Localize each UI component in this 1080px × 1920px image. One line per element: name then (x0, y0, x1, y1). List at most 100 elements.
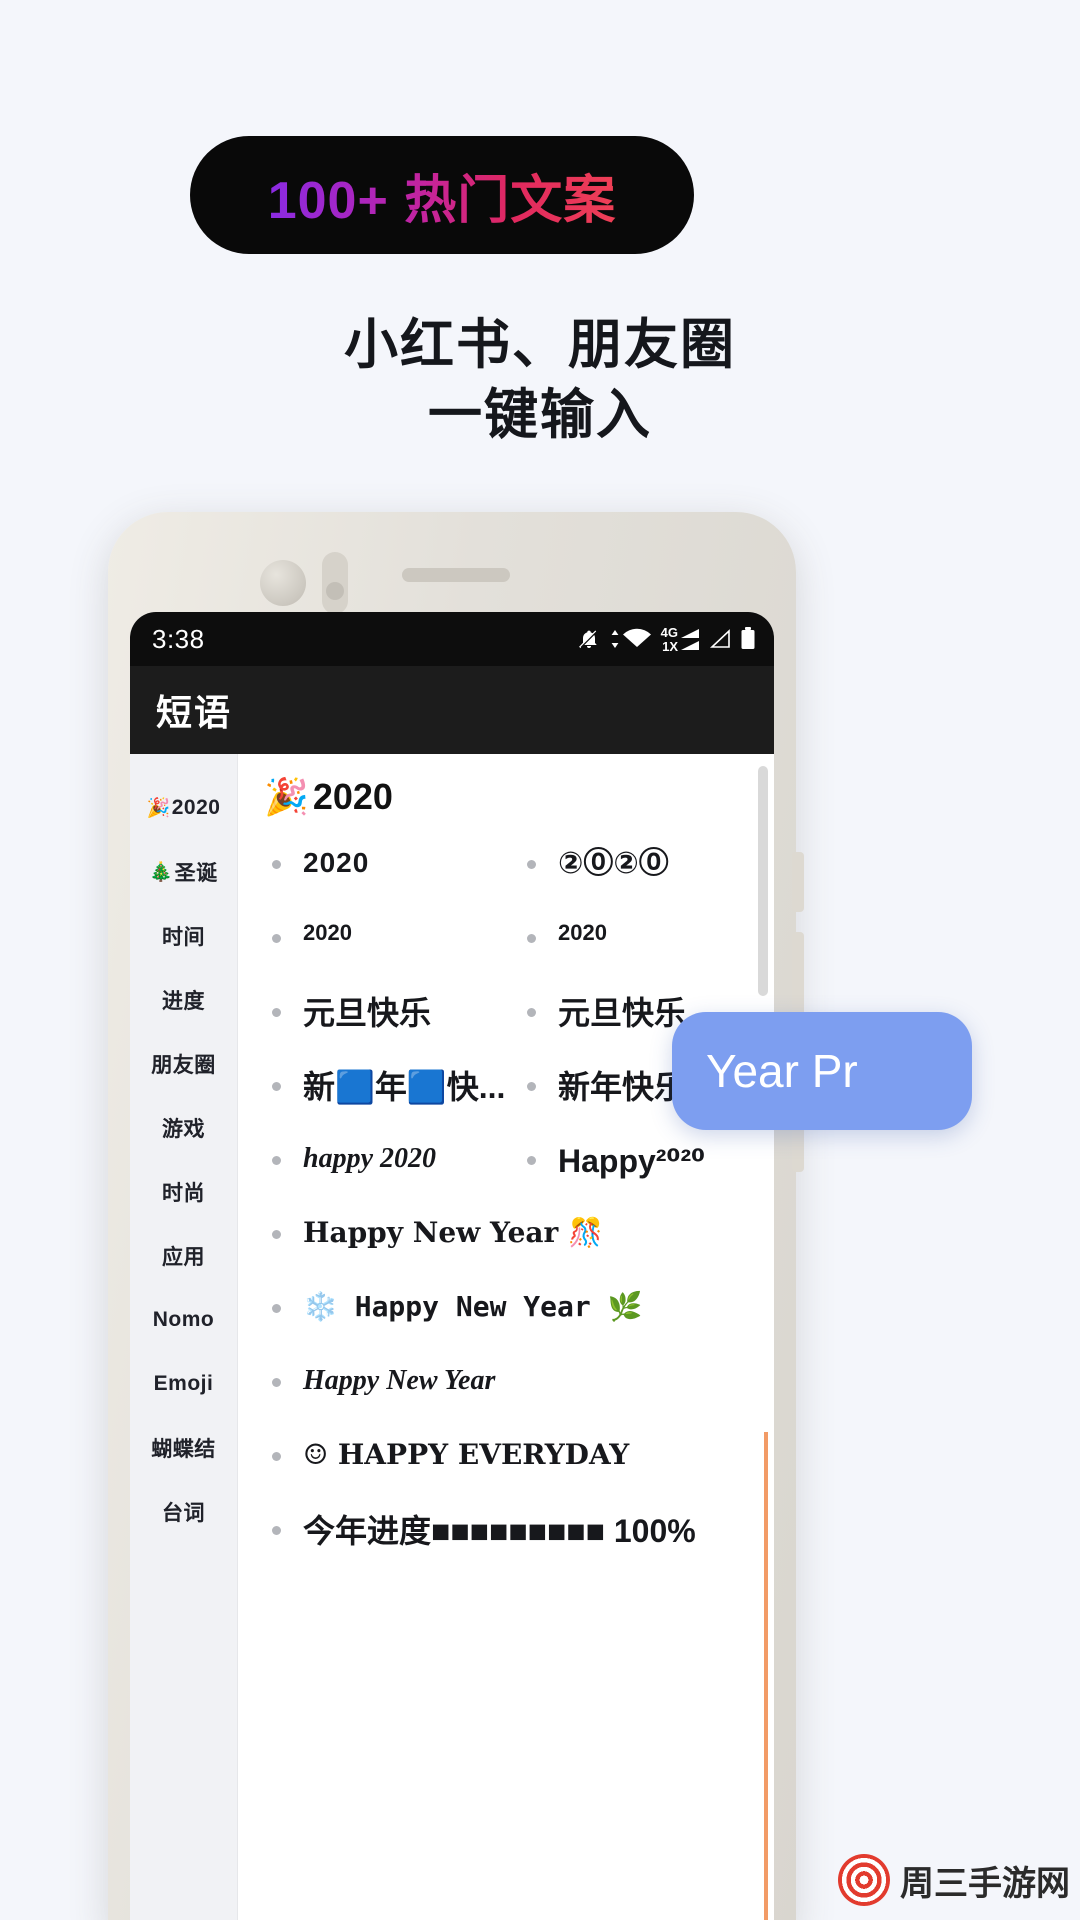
list-item-label: Happy New Year 🎊 (303, 1216, 603, 1249)
sidebar-item-label: 游戏 (162, 1118, 205, 1141)
list-item-label: happy 2020 (303, 1143, 436, 1174)
sidebar-item-label: 2020 (171, 796, 221, 819)
status-time: 3:38 (152, 623, 205, 654)
phrase-grid: 2020 ②⓪②⓪ 2020 2020 元旦快乐 元旦快乐 新🟦年🟦快... 新… (264, 844, 774, 1584)
sidebar-item-lines[interactable]: 台词 (130, 1480, 237, 1544)
scrollbar-thumb[interactable] (758, 766, 768, 996)
promo-badge: 100+ 热门文案 (190, 136, 694, 254)
front-camera-icon (260, 560, 306, 606)
promo-headline-line1: 小红书、朋友圈 (344, 315, 736, 375)
sidebar-item-label: Emoji (153, 1372, 214, 1395)
list-item-label: ❄️ Happy New Year 🌿 (303, 1290, 643, 1323)
sidebar-item-label: 进度 (162, 990, 205, 1013)
sidebar-item-label: 朋友圈 (151, 1054, 216, 1077)
sidebar-item-label: 蝴蝶结 (151, 1438, 216, 1461)
spiral-logo-icon (838, 1854, 890, 1906)
list-item-label: 今年进度■■■■■■■■■ 100% (303, 1513, 696, 1549)
list-item[interactable]: 2020 (519, 918, 774, 962)
sidebar-item-emoji[interactable]: Emoji (130, 1352, 237, 1416)
sidebar-item-label: 时间 (162, 926, 205, 949)
sidebar-item-moments[interactable]: 朋友圈 (130, 1032, 237, 1096)
bullet-icon (272, 1082, 281, 1091)
party-popper-icon: 🎉 (146, 798, 171, 819)
bullet-icon (272, 1378, 281, 1387)
list-item[interactable]: happy 2020 (264, 1140, 519, 1184)
sidebar-item-label: 应用 (162, 1246, 205, 1269)
list-item[interactable]: 2020 (264, 918, 519, 962)
sidebar-item-time[interactable]: 时间 (130, 904, 237, 968)
list-item-label: Happy²⁰²⁰ (558, 1143, 706, 1179)
list-item-label: 2020 (558, 920, 607, 945)
bullet-icon (527, 1008, 536, 1017)
sidebar-item-games[interactable]: 游戏 (130, 1096, 237, 1160)
section-header: 🎉 2020 (264, 776, 774, 818)
bullet-icon (272, 1156, 281, 1165)
watermark-label: 周三手游网 (900, 1864, 1070, 1903)
list-item-label: Happy New Year (303, 1365, 496, 1396)
sidebar-item-label: Nomo (152, 1308, 215, 1331)
chat-bubble-label: Year Pr (706, 1045, 858, 1097)
list-item-label: 新🟦年🟦快... (303, 1069, 506, 1105)
phone-power-button[interactable] (792, 852, 804, 912)
bullet-icon (272, 1452, 281, 1461)
list-item[interactable]: ☺ HAPPY EVERYDAY (264, 1436, 774, 1480)
list-item-label: ②⓪②⓪ (558, 847, 669, 880)
phone-top-bezel (108, 546, 796, 622)
list-item-label: 新年快乐 (558, 1069, 687, 1105)
list-item[interactable]: Happy²⁰²⁰ (519, 1140, 774, 1184)
christmas-tree-icon: 🎄 (149, 862, 174, 883)
battery-icon (740, 627, 756, 651)
bullet-icon (527, 1156, 536, 1165)
bullet-icon (272, 934, 281, 943)
sidebar-item-bowtie[interactable]: 蝴蝶结 (130, 1416, 237, 1480)
list-item-label: 元旦快乐 (303, 995, 432, 1031)
promo-badge-label: 100+ 热门文案 (268, 158, 617, 233)
watermark: 周三手游网 (838, 1854, 1070, 1906)
bullet-icon (527, 934, 536, 943)
list-item-label: 2020 (303, 920, 352, 945)
phone-screen: 3:38 4G 1X 短语 🎉 2020 🎄 圣诞 时间 进度 朋友圈 游戏 时… (130, 612, 774, 1920)
bullet-icon (527, 1082, 536, 1091)
sidebar-item-progress[interactable]: 进度 (130, 968, 237, 1032)
app-bar: 短语 (130, 666, 774, 754)
bullet-icon (272, 1008, 281, 1017)
promo-headline-line2: 一键输入 (428, 385, 652, 445)
sidebar-item-2020[interactable]: 🎉 2020 (130, 776, 237, 840)
app-body: 🎉 2020 🎄 圣诞 时间 进度 朋友圈 游戏 时尚 应用 Nomo Emoj… (130, 754, 774, 1920)
bullet-icon (272, 1230, 281, 1239)
party-popper-icon: 🎉 (264, 776, 309, 817)
list-item[interactable]: Happy New Year 🎊 (264, 1214, 774, 1258)
status-icon-group: 4G 1X (577, 626, 756, 653)
signal-4g-icon: 4G 1X (661, 626, 700, 653)
bullet-icon (272, 1526, 281, 1535)
wifi-icon (610, 627, 652, 651)
earpiece-speaker (402, 568, 510, 582)
sidebar-item-apps[interactable]: 应用 (130, 1224, 237, 1288)
list-item-label: ☺ HAPPY EVERYDAY (303, 1438, 630, 1471)
net-label-4g: 4G (660, 624, 678, 640)
bell-off-icon (577, 627, 601, 651)
phrase-content-panel[interactable]: 🎉 2020 2020 ②⓪②⓪ 2020 2020 元旦快乐 元旦快乐 新🟦年… (238, 754, 774, 1920)
list-item[interactable]: 今年进度■■■■■■■■■ 100% (264, 1510, 774, 1554)
category-sidebar[interactable]: 🎉 2020 🎄 圣诞 时间 进度 朋友圈 游戏 时尚 应用 Nomo Emoj… (130, 754, 238, 1920)
list-item[interactable]: 2020 (264, 844, 519, 888)
app-title: 短语 (156, 692, 233, 733)
list-item[interactable]: 元旦快乐 (264, 992, 519, 1036)
bullet-icon (527, 860, 536, 869)
list-item[interactable]: ❄️ Happy New Year 🌿 (264, 1288, 774, 1332)
section-header-label: 2020 (312, 776, 393, 817)
chat-bubble: Year Pr (672, 1012, 972, 1130)
list-item[interactable]: ②⓪②⓪ (519, 844, 774, 888)
status-bar: 3:38 4G 1X (130, 612, 774, 666)
bullet-icon (272, 1304, 281, 1313)
sidebar-item-label: 时尚 (162, 1182, 205, 1205)
bullet-icon (272, 860, 281, 869)
sidebar-item-christmas[interactable]: 🎄 圣诞 (130, 840, 237, 904)
net-label-1x: 1X (662, 638, 678, 654)
list-item[interactable]: Happy New Year (264, 1362, 774, 1406)
list-item[interactable]: 新🟦年🟦快... (264, 1066, 519, 1110)
list-item-label: 2020 (303, 847, 370, 878)
sensor-icon (322, 552, 348, 614)
sidebar-item-nomo[interactable]: Nomo (130, 1288, 237, 1352)
sidebar-item-fashion[interactable]: 时尚 (130, 1160, 237, 1224)
